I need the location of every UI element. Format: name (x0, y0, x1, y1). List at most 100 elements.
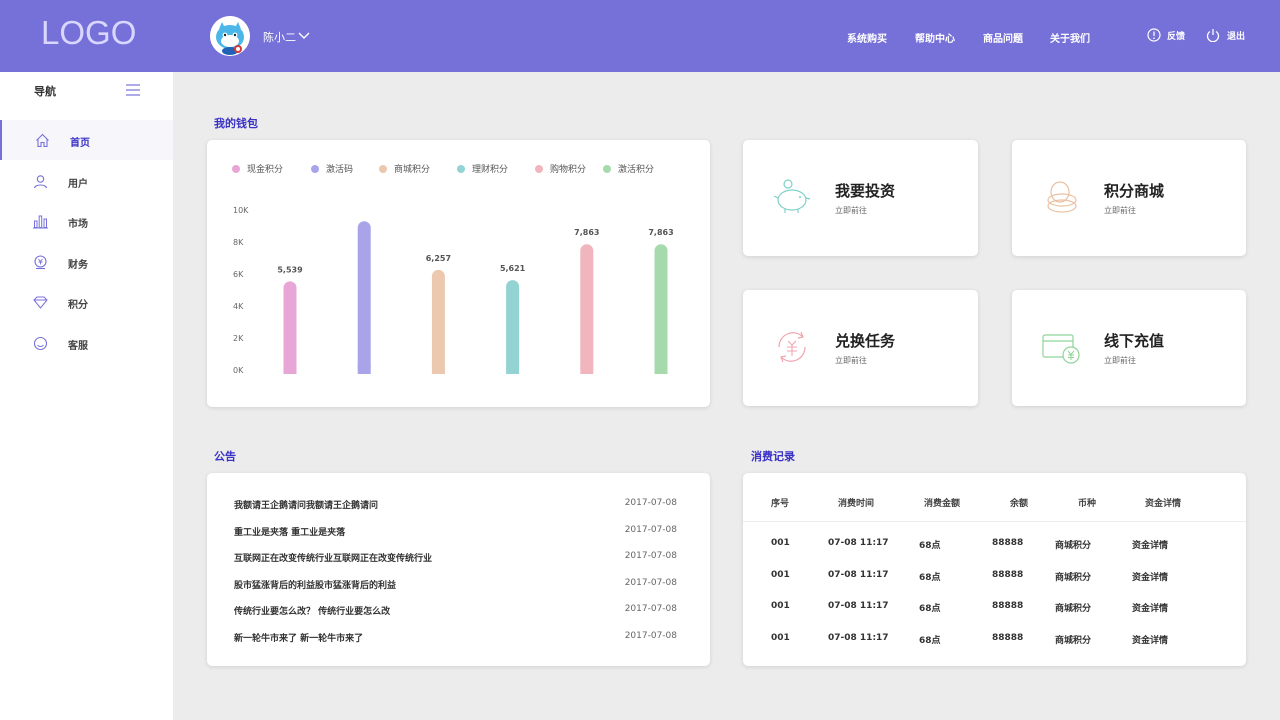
chart-bar-base (357, 366, 371, 374)
bar-data-label: 6,257 (426, 254, 451, 263)
quick-card-recharge[interactable]: 线下充值 立即前往 (1012, 290, 1246, 406)
fund-detail-link[interactable]: 资金详情 (1132, 601, 1168, 614)
nav-help-center[interactable]: 帮助中心 (915, 30, 955, 45)
table-cell: 68点 (919, 541, 941, 551)
table-cell: 001 (771, 633, 790, 644)
records-card: 序号 消费时间 消费金额 余额 币种 资金详情 001 07-08 11:17 68… (743, 473, 1246, 666)
bar-data-label: 5,539 (277, 265, 303, 274)
username[interactable]: 陈小二 (263, 29, 296, 45)
sidebar-item-label: 财务 (68, 260, 88, 271)
menu-icon[interactable] (126, 84, 140, 96)
chart-bar[interactable] (357, 221, 371, 374)
bar-data-label: 5,621 (500, 264, 526, 273)
diamond-icon (33, 296, 48, 309)
logout-label[interactable]: 退出 (1227, 29, 1245, 42)
fund-detail-link[interactable]: 资金详情 (1132, 570, 1168, 583)
table-cell: 68点 (919, 572, 941, 583)
table-cell: 68点 (919, 604, 941, 615)
chart-bar[interactable] (654, 244, 668, 374)
table-cell: 07-08 11:17 (828, 601, 889, 612)
chevron-down-icon[interactable] (297, 30, 311, 42)
fund-detail-link[interactable]: 资金详情 (1132, 538, 1168, 551)
y-tick-label: 4K (233, 302, 244, 311)
sidebar-item-label: 市场 (68, 219, 88, 230)
quick-card-link[interactable]: 立即前往 (835, 355, 867, 366)
sidebar-item-points[interactable]: 积分 (0, 282, 173, 322)
notice-row[interactable]: 我额请王企鹅请问我额请王企鹅请问 2017-07-08 (234, 498, 677, 514)
quick-card-exchange[interactable]: 兑换任务 立即前往 (743, 290, 978, 406)
logo[interactable]: LOGO (41, 14, 136, 52)
column-header[interactable]: 序号 (771, 496, 789, 509)
notice-row[interactable]: 新一轮牛市来了 新一轮牛市来了 2017-07-08 (234, 631, 677, 647)
user-icon (33, 175, 48, 189)
table-cell: 88888 (992, 601, 1024, 612)
nav-system-purchase[interactable]: 系统购买 (847, 30, 887, 45)
column-header[interactable]: 消费时间 (838, 496, 874, 509)
bar-data-label: 7,863 (574, 228, 599, 237)
notice-text[interactable]: 新一轮牛市来了 新一轮牛市来了 (234, 631, 363, 644)
notice-date: 2017-07-08 (624, 525, 677, 535)
table-cell: 07-08 11:17 (828, 569, 889, 580)
notice-title: 公告 (214, 450, 236, 463)
column-header[interactable]: 余额 (1010, 496, 1028, 509)
table-cell: 商城积分 (1055, 604, 1092, 615)
notice-date: 2017-07-08 (624, 578, 677, 588)
notice-row[interactable]: 重工业是夹落 重工业是夹落 2017-07-08 (234, 525, 677, 541)
coins-icon (1047, 181, 1077, 213)
quick-card-link[interactable]: 立即前往 (835, 205, 867, 216)
chart-bar[interactable] (431, 269, 445, 374)
quick-card-mall[interactable]: 积分商城 立即前往 (1012, 140, 1246, 256)
column-header[interactable]: 消费金额 (924, 496, 960, 509)
y-tick-label: 0K (233, 366, 244, 375)
table-cell: 商城积分 (1055, 636, 1092, 647)
notice-date: 2017-07-08 (624, 604, 677, 614)
chart-bar-base (580, 366, 594, 374)
table-cell: 68点 (919, 636, 941, 647)
chart-bar[interactable] (506, 280, 520, 374)
quick-card-invest[interactable]: 我要投资 立即前往 (743, 140, 978, 256)
fund-detail-link[interactable]: 资金详情 (1132, 633, 1168, 646)
notice-text[interactable]: 互联网正在改变传统行业互联网正在改变传统行业 (234, 551, 432, 564)
table-cell: 88888 (992, 633, 1024, 644)
chart-bar[interactable] (283, 281, 297, 374)
column-header[interactable]: 币种 (1078, 496, 1096, 509)
notice-date: 2017-07-08 (624, 498, 677, 508)
y-tick-label: 6K (233, 270, 244, 279)
chart-bar[interactable] (580, 244, 594, 374)
sidebar-item-finance[interactable]: 财务 (0, 242, 173, 282)
quick-card-link[interactable]: 立即前往 (1104, 355, 1136, 366)
nav-product-issues[interactable]: 商品问题 (983, 30, 1023, 45)
quick-card-link[interactable]: 立即前往 (1104, 205, 1136, 216)
notice-row[interactable]: 传统行业要怎么改？ 传统行业要怎么改 2017-07-08 (234, 604, 677, 620)
power-icon[interactable] (1206, 28, 1220, 42)
table-cell: 商城积分 (1055, 541, 1092, 551)
chart-bar-base (654, 366, 668, 374)
y-tick-label: 10K (233, 206, 249, 215)
notice-row[interactable]: 股市猛涨背后的利益股市猛涨背后的利益 2017-07-08 (234, 578, 677, 594)
nav-about-us[interactable]: 关于我们 (1050, 30, 1090, 45)
table-cell: 001 (771, 601, 790, 612)
feedback-label[interactable]: 反馈 (1167, 29, 1185, 42)
table-cell: 88888 (992, 538, 1024, 548)
notice-text[interactable]: 重工业是夹落 重工业是夹落 (234, 525, 345, 538)
wallet-chart-card: 现金积分 激活码 商城积分 理财积分 购物积分 激活积分 10K 8K 6K 4K 2K… (207, 140, 710, 407)
y-tick-label: 2K (233, 334, 244, 343)
column-header[interactable]: 资金详情 (1145, 496, 1181, 509)
feedback-icon[interactable] (1147, 28, 1161, 42)
chart-bar-base (283, 366, 297, 374)
sidebar-item-home[interactable]: 首页 (0, 120, 173, 160)
card-recharge-icon (1042, 334, 1080, 364)
sidebar-item-service[interactable]: 客服 (0, 323, 173, 363)
avatar[interactable] (210, 16, 250, 56)
wallet-title: 我的钱包 (214, 117, 258, 130)
notice-text[interactable]: 股市猛涨背后的利益股市猛涨背后的利益 (234, 578, 396, 591)
notice-text[interactable]: 传统行业要怎么改？ 传统行业要怎么改 (234, 604, 390, 617)
y-tick-label: 8K (233, 238, 244, 247)
top-header: LOGO 陈小二 系统购买 帮助中心 商品问题 关于我们 反馈 退出 (0, 0, 1280, 72)
sidebar-item-market[interactable]: 市场 (0, 201, 173, 241)
notice-text[interactable]: 我额请王企鹅请问我额请王企鹅请问 (234, 498, 378, 511)
notice-row[interactable]: 互联网正在改变传统行业互联网正在改变传统行业 2017-07-08 (234, 551, 677, 567)
sidebar-item-user[interactable]: 用户 (0, 161, 173, 201)
bar-data-label: 7,863 (648, 228, 673, 237)
smile-icon (33, 336, 48, 351)
